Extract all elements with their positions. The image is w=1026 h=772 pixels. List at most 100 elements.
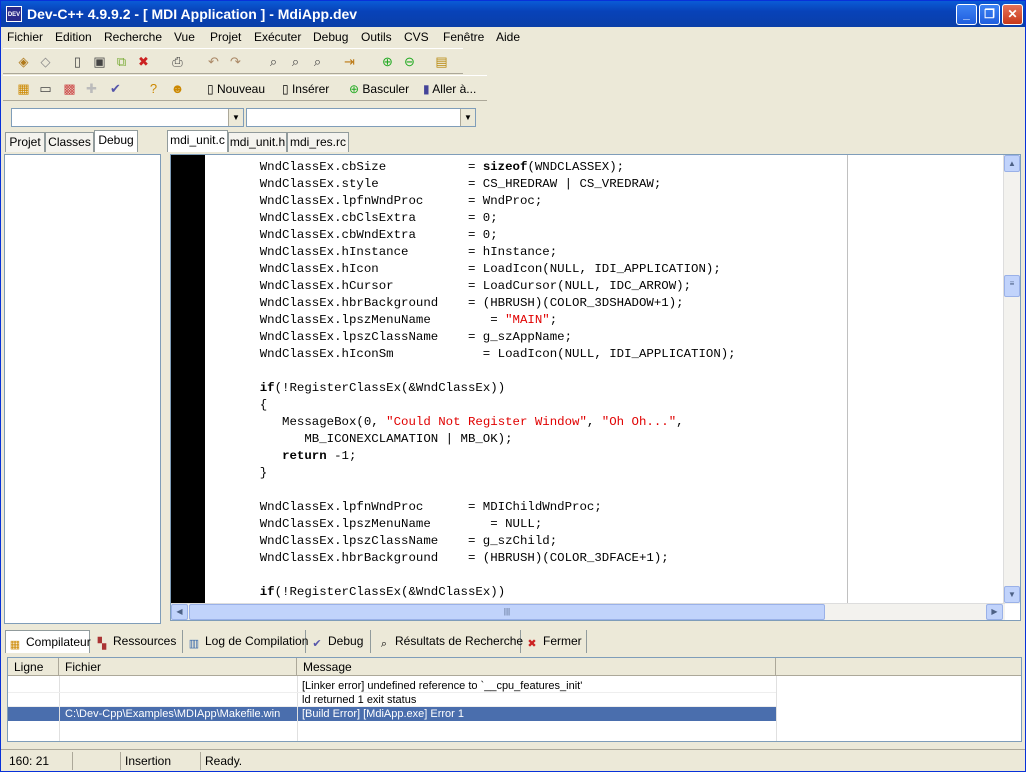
column-ligne[interactable]: Ligne <box>8 658 59 676</box>
tab-debug-output[interactable]: ✔ Debug <box>308 630 371 653</box>
tab-log-compilation[interactable]: ▥ Log de Compilation <box>185 630 308 653</box>
menu-fenetre[interactable]: Fenêtre <box>443 30 484 44</box>
chevron-down-icon[interactable]: ▼ <box>460 109 475 126</box>
tab-fermer[interactable]: ✖ Fermer <box>523 630 587 653</box>
code-line[interactable]: WndClassEx.cbClsExtra = 0; <box>230 210 736 227</box>
close-button[interactable]: ✕ <box>1002 4 1023 25</box>
minimize-button[interactable]: _ <box>956 4 977 25</box>
devcpp-app-icon[interactable]: DEV <box>6 6 22 22</box>
compiler-messages-panel[interactable]: Ligne Fichier Message [Linker error] und… <box>7 657 1022 742</box>
tab-resultats-recherche[interactable]: ⌕ Résultats de Recherche <box>375 630 523 653</box>
run-icon[interactable]: ▭ <box>37 80 54 97</box>
code-line[interactable] <box>230 363 736 380</box>
code-line[interactable]: WndClassEx.hIcon = LoadIcon(NULL, IDI_AP… <box>230 261 736 278</box>
scroll-down-icon[interactable]: ▼ <box>1004 586 1020 603</box>
scroll-up-icon[interactable]: ▲ <box>1004 155 1020 172</box>
code-editor[interactable]: WndClassEx.cbSize = sizeof(WNDCLASSEX); … <box>170 154 1021 621</box>
code-line[interactable]: MB_ICONEXCLAMATION | MB_OK); <box>230 431 736 448</box>
remove-from-project-icon[interactable]: ⊖ <box>401 53 418 70</box>
code-line[interactable]: WndClassEx.lpfnWndProc = WndProc; <box>230 193 736 210</box>
tab-compilateur[interactable]: ▦ Compilateur <box>5 630 91 653</box>
code-line[interactable]: if(!RegisterClassEx(&WndClassEx)) <box>230 584 736 601</box>
find-icon[interactable]: ⌕ <box>265 53 282 70</box>
menu-projet[interactable]: Projet <box>210 30 241 44</box>
menu-executer[interactable]: Exécuter <box>254 30 301 44</box>
tab-projet[interactable]: Projet <box>5 132 45 152</box>
tab-mdi-unit-h[interactable]: mdi_unit.h <box>228 132 287 152</box>
code-line[interactable]: WndClassEx.cbWndExtra = 0; <box>230 227 736 244</box>
column-fichier[interactable]: Fichier <box>59 658 297 676</box>
tab-mdi-res-rc[interactable]: mdi_res.rc <box>287 132 349 152</box>
project-options-icon[interactable]: ▤ <box>433 53 450 70</box>
member-combo[interactable]: ▼ <box>246 108 476 127</box>
print-icon[interactable]: ⎙ <box>169 53 186 70</box>
goto-bookmark-button[interactable]: ▮ Aller à... <box>423 80 476 98</box>
tab-classes[interactable]: Classes <box>45 132 94 152</box>
insert-button[interactable]: ▯ Insérer <box>282 80 329 98</box>
rebuild-icon[interactable]: ✚ <box>83 80 100 97</box>
check-syntax-icon[interactable]: ✔ <box>107 80 124 97</box>
menu-debug[interactable]: Debug <box>313 30 348 44</box>
compile-run-icon[interactable]: ▩ <box>61 80 78 97</box>
code-line[interactable] <box>230 482 736 499</box>
save-all-icon[interactable]: ⧉ <box>113 53 130 70</box>
menu-vue[interactable]: Vue <box>174 30 195 44</box>
code-line[interactable]: WndClassEx.lpszClassName = g_szChild; <box>230 533 736 550</box>
menu-aide[interactable]: Aide <box>496 30 520 44</box>
message-row[interactable]: ld returned 1 exit status <box>8 693 1021 707</box>
scroll-right-icon[interactable]: ▶ <box>986 604 1003 620</box>
new-file-icon[interactable]: ▯ <box>69 53 86 70</box>
tab-ressources[interactable]: ▚ Ressources <box>93 630 183 653</box>
title-bar[interactable]: DEV Dev-C++ 4.9.9.2 - [ MDI Application … <box>1 1 1025 27</box>
open-project-icon[interactable]: ◈ <box>15 53 32 70</box>
code-line[interactable]: return -1; <box>230 448 736 465</box>
find-next-icon[interactable]: ⌕ <box>309 53 326 70</box>
code-line[interactable]: WndClassEx.cbSize = sizeof(WNDCLASSEX); <box>230 159 736 176</box>
code-line[interactable]: WndClassEx.hbrBackground = (HBRUSH)(COLO… <box>230 295 736 312</box>
horizontal-scrollbar[interactable]: ◀ ||| ▶ <box>171 603 1005 620</box>
add-to-project-icon[interactable]: ⊕ <box>379 53 396 70</box>
message-row-selected[interactable]: C:\Dev-Cpp\Examples\MDIApp\Makefile.win … <box>8 707 776 721</box>
menu-fichier[interactable]: Fichier <box>7 30 43 44</box>
editor-gutter[interactable] <box>171 155 205 604</box>
project-panel[interactable] <box>4 154 161 624</box>
code-line[interactable]: if(!RegisterClassEx(&WndClassEx)) <box>230 380 736 397</box>
vertical-scrollbar[interactable]: ▲ ≡ ▼ <box>1003 155 1020 604</box>
scroll-left-icon[interactable]: ◀ <box>171 604 188 620</box>
help-icon[interactable]: ? <box>145 80 162 97</box>
code-line[interactable]: WndClassEx.hCursor = LoadCursor(NULL, ID… <box>230 278 736 295</box>
goto-line-icon[interactable]: ⇥ <box>341 53 358 70</box>
code-line[interactable] <box>230 567 736 584</box>
maximize-button[interactable]: ❐ <box>979 4 1000 25</box>
new-source-icon[interactable]: ◇ <box>37 53 54 70</box>
tab-mdi-unit-c[interactable]: mdi_unit.c <box>167 130 228 152</box>
code-line[interactable]: WndClassEx.hInstance = hInstance; <box>230 244 736 261</box>
menu-recherche[interactable]: Recherche <box>104 30 162 44</box>
compile-icon[interactable]: ▦ <box>15 80 32 97</box>
code-line[interactable]: { <box>230 397 736 414</box>
code-line[interactable]: WndClassEx.style = CS_HREDRAW | CS_VREDR… <box>230 176 736 193</box>
code-line[interactable]: WndClassEx.lpfnWndProc = MDIChildWndProc… <box>230 499 736 516</box>
close-file-icon[interactable]: ✖ <box>135 53 152 70</box>
replace-icon[interactable]: ⌕ <box>287 53 304 70</box>
redo-icon[interactable]: ↷ <box>227 53 244 70</box>
code-line[interactable]: WndClassEx.lpszMenuName = NULL; <box>230 516 736 533</box>
class-combo[interactable]: ▼ <box>11 108 244 127</box>
vertical-scroll-thumb[interactable]: ≡ <box>1004 275 1020 297</box>
tab-debug[interactable]: Debug <box>94 130 138 152</box>
code-line[interactable]: WndClassEx.lpszClassName = g_szAppName; <box>230 329 736 346</box>
toggle-bookmark-button[interactable]: ⊕ Basculer <box>349 80 409 98</box>
menu-cvs[interactable]: CVS <box>404 30 429 44</box>
save-icon[interactable]: ▣ <box>91 53 108 70</box>
code-line[interactable]: WndClassEx.hIconSm = LoadIcon(NULL, IDI_… <box>230 346 736 363</box>
code-text[interactable]: WndClassEx.cbSize = sizeof(WNDCLASSEX); … <box>230 159 736 601</box>
code-line[interactable]: WndClassEx.hbrBackground = (HBRUSH)(COLO… <box>230 550 736 567</box>
undo-icon[interactable]: ↶ <box>205 53 222 70</box>
code-line[interactable]: WndClassEx.lpszMenuName = "MAIN"; <box>230 312 736 329</box>
column-message[interactable]: Message <box>297 658 776 676</box>
menu-outils[interactable]: Outils <box>361 30 392 44</box>
horizontal-scroll-thumb[interactable]: ||| <box>189 604 825 620</box>
menu-edition[interactable]: Edition <box>55 30 92 44</box>
code-line[interactable]: MessageBox(0, "Could Not Register Window… <box>230 414 736 431</box>
new-bookmark-button[interactable]: ▯ Nouveau <box>207 80 265 98</box>
